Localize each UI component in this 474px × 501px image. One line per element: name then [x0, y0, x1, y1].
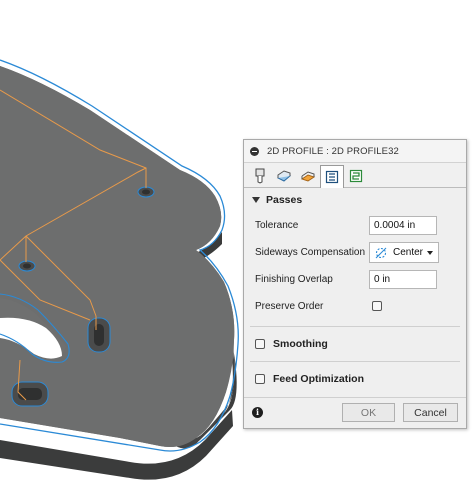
- profile-dialog: 2D PROFILE : 2D PROFILE32 Passes Toleran…: [243, 139, 467, 429]
- preserve-order-label: Preserve Order: [255, 301, 324, 312]
- geometry-icon: [277, 170, 292, 182]
- compensation-center-icon: [375, 247, 387, 258]
- passes-section-label: Passes: [266, 194, 303, 206]
- ok-button[interactable]: OK: [342, 403, 395, 422]
- sideways-compensation-label: Sideways Compensation: [255, 247, 366, 258]
- slot-hole: [11, 381, 49, 407]
- tab-heights[interactable]: [296, 165, 320, 187]
- slot-hole: [137, 186, 155, 198]
- dialog-footer: i OK Cancel: [244, 397, 466, 428]
- smoothing-section: Smoothing: [244, 327, 466, 361]
- finishing-overlap-label: Finishing Overlap: [255, 274, 333, 285]
- dialog-title: 2D PROFILE : 2D PROFILE32: [267, 145, 399, 157]
- collapse-icon[interactable]: [250, 146, 259, 156]
- tab-passes[interactable]: [320, 165, 344, 188]
- cancel-button[interactable]: Cancel: [403, 403, 458, 422]
- passes-section-header[interactable]: Passes: [244, 188, 466, 212]
- tolerance-input[interactable]: 0.0004 in: [369, 216, 437, 235]
- slot-hole: [18, 260, 36, 272]
- feed-optimization-section: Feed Optimization: [244, 362, 466, 396]
- passes-icon: [325, 170, 339, 184]
- smoothing-checkbox[interactable]: [255, 339, 265, 349]
- preserve-order-row: Preserve Order: [244, 293, 466, 320]
- sideways-compensation-value: Center: [393, 247, 424, 258]
- tool-icon: [255, 168, 265, 184]
- triangle-down-icon: [252, 197, 260, 203]
- tolerance-row: Tolerance 0.0004 in: [244, 212, 466, 239]
- feed-optimization-label: Feed Optimization: [273, 373, 365, 385]
- smoothing-label: Smoothing: [273, 338, 328, 350]
- finishing-overlap-input[interactable]: 0 in: [369, 270, 437, 289]
- sideways-compensation-select[interactable]: Center: [369, 242, 439, 263]
- info-icon[interactable]: i: [252, 407, 263, 418]
- tab-linking[interactable]: [344, 165, 368, 187]
- sideways-compensation-row: Sideways Compensation Center: [244, 239, 466, 266]
- slot-hole: [87, 317, 111, 353]
- feed-optimization-checkbox[interactable]: [255, 374, 265, 384]
- tab-geometry[interactable]: [272, 165, 296, 187]
- finishing-overlap-row: Finishing Overlap 0 in: [244, 266, 466, 293]
- tolerance-label: Tolerance: [255, 220, 299, 231]
- tab-tool[interactable]: [248, 165, 272, 187]
- linking-icon: [349, 169, 363, 183]
- chevron-down-icon: [427, 251, 433, 255]
- preserve-order-checkbox[interactable]: [372, 301, 382, 311]
- tab-bar: [244, 163, 466, 188]
- dialog-titlebar[interactable]: 2D PROFILE : 2D PROFILE32: [244, 140, 466, 163]
- heights-icon: [300, 171, 316, 182]
